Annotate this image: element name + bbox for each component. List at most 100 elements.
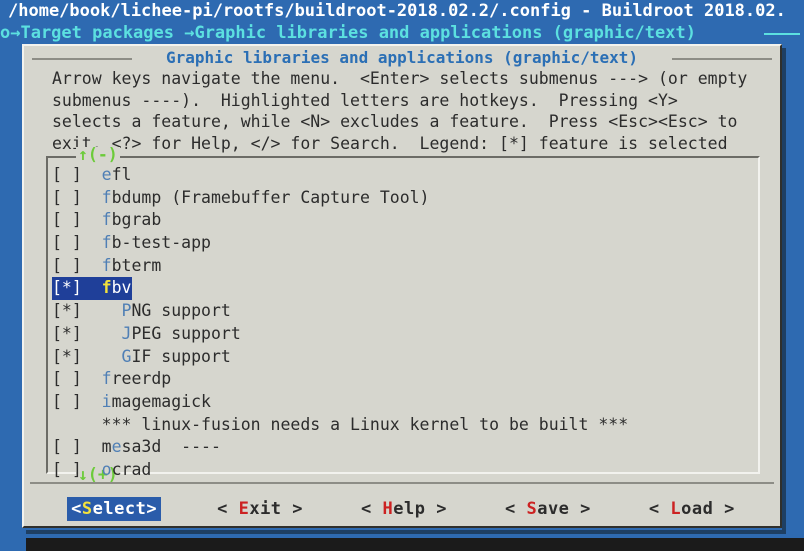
help-text: Arrow keys navigate the menu. <Enter> se… bbox=[52, 69, 748, 153]
titlebar: /home/book/lichee-pi/rootfs/buildroot-20… bbox=[0, 0, 804, 44]
button-select[interactable]: <Select> bbox=[67, 497, 162, 521]
menu-item-hotkey: f bbox=[101, 210, 112, 230]
menu-item-label: sa3d ---- bbox=[121, 437, 221, 457]
button-bracket-right: > bbox=[425, 499, 447, 519]
bottom-left-desktop bbox=[0, 534, 26, 551]
button-bracket-left: < bbox=[71, 499, 82, 519]
menu-item-checkbox: [*] bbox=[52, 346, 122, 366]
menu-item[interactable]: [*] PNG support bbox=[52, 300, 752, 323]
menu-item[interactable]: [ ] mesa3d ---- bbox=[52, 436, 752, 459]
button-label: xit bbox=[249, 499, 282, 519]
bottom-strip bbox=[0, 538, 804, 551]
menu-item-list[interactable]: [ ] efl[ ] fbdump (Framebuffer Capture T… bbox=[52, 164, 752, 482]
button-label: elect bbox=[92, 499, 147, 519]
button-hotkey: S bbox=[526, 499, 538, 519]
button-bracket-right: > bbox=[713, 499, 735, 519]
menu-row-wrapper: [*] GIF support bbox=[52, 346, 752, 369]
menu-item-hotkey: f bbox=[101, 187, 112, 207]
menu-item-hotkey: i bbox=[101, 391, 112, 411]
menu-item-label: bgrab bbox=[111, 210, 162, 230]
menu-item-checkbox: [ ] m bbox=[52, 437, 112, 457]
menuconfig-dialog: Graphic libraries and applications (grap… bbox=[22, 44, 782, 528]
menu-item[interactable]: [ ] fbgrab bbox=[52, 209, 752, 232]
menu-item-label: NG support bbox=[131, 301, 231, 321]
terminal-screen: /home/book/lichee-pi/rootfs/buildroot-20… bbox=[0, 0, 804, 551]
menu-item-hotkey: f bbox=[101, 278, 112, 298]
menu-item-label: bv bbox=[111, 278, 132, 298]
menu-item-hotkey: f bbox=[101, 233, 112, 253]
menu-item[interactable]: [ ] freerdp bbox=[52, 368, 752, 391]
menu-item-label: bdump (Framebuffer Capture Tool) bbox=[111, 187, 430, 207]
menu-row-wrapper: *** linux-fusion needs a Linux kernel to… bbox=[52, 414, 752, 437]
menu-item-checkbox: [ ] bbox=[52, 233, 102, 253]
menu-item-label: fl bbox=[111, 165, 132, 184]
menu-item-hotkey: P bbox=[121, 301, 132, 321]
menu-item-label: PEG support bbox=[131, 323, 241, 343]
menu-item[interactable]: [ ] efl bbox=[52, 164, 752, 187]
menu-item-label: *** linux-fusion needs a Linux kernel to… bbox=[101, 414, 629, 434]
button-label: oad bbox=[681, 499, 714, 519]
dialog-shadow-bottom bbox=[26, 530, 786, 534]
button-hotkey: H bbox=[382, 499, 394, 519]
button-bracket-right: > bbox=[569, 499, 591, 519]
button-bar-separator bbox=[30, 482, 774, 484]
menu-item-checkbox: [ ] bbox=[52, 255, 102, 275]
button-bracket-left: < bbox=[217, 499, 239, 519]
menu-item-checkbox bbox=[52, 415, 102, 434]
button-label: elp bbox=[393, 499, 426, 519]
menu-row-wrapper: [ ] efl bbox=[52, 164, 752, 187]
dialog-shadow-right bbox=[782, 48, 786, 534]
menu-row-wrapper: [*] PNG support bbox=[52, 300, 752, 323]
button-save[interactable]: < Save > bbox=[503, 497, 593, 521]
menu-item-hotkey: f bbox=[101, 369, 112, 389]
menu-row-wrapper: [*] fbv bbox=[52, 277, 752, 301]
menu-item-checkbox: [*] bbox=[52, 301, 122, 321]
menu-row-wrapper: [ ] imagemagick bbox=[52, 391, 752, 414]
button-hotkey: E bbox=[238, 499, 250, 519]
menu-item-checkbox: [ ] bbox=[52, 210, 102, 230]
menu-row-wrapper: [ ] fb-test-app bbox=[52, 232, 752, 255]
breadcrumb-rule bbox=[764, 33, 800, 35]
window-title: /home/book/lichee-pi/rootfs/buildroot-20… bbox=[8, 1, 786, 21]
menu-item-checkbox: [ ] bbox=[52, 187, 102, 207]
menu-row-wrapper: [*] JPEG support bbox=[52, 323, 752, 346]
menu-row-wrapper: [ ] mesa3d ---- bbox=[52, 436, 752, 459]
menu-item-label: bterm bbox=[111, 255, 162, 275]
menu-item-checkbox: [*] bbox=[52, 278, 102, 298]
menu-item[interactable]: [*] JPEG support bbox=[52, 323, 752, 346]
button-bar: <Select> < Exit > < Help > < Save > < Load > bbox=[24, 492, 780, 526]
menu-item-checkbox: [ ] bbox=[52, 459, 102, 479]
menu-item[interactable]: [ ] fbterm bbox=[52, 255, 752, 278]
menu-item[interactable]: [ ] ocrad bbox=[52, 459, 752, 482]
menu-item-hotkey: e bbox=[101, 165, 112, 184]
button-bracket-left: < bbox=[648, 499, 671, 519]
menu-item-checkbox: [*] bbox=[52, 323, 122, 343]
menu-row-wrapper: [ ] freerdp bbox=[52, 368, 752, 391]
button-help[interactable]: < Help > bbox=[359, 497, 449, 521]
button-hotkey: S bbox=[81, 499, 93, 519]
menu-item-checkbox: [ ] bbox=[52, 391, 102, 411]
menu-row-wrapper: [ ] fbterm bbox=[52, 255, 752, 278]
menu-item[interactable]: [ ] imagemagick bbox=[52, 391, 752, 414]
button-load[interactable]: < Load > bbox=[647, 497, 737, 521]
button-exit[interactable]: < Exit > bbox=[215, 497, 305, 521]
menu-item-checkbox: [ ] bbox=[52, 165, 102, 184]
button-label: ave bbox=[537, 499, 570, 519]
button-bracket-right: > bbox=[281, 499, 304, 519]
menu-item[interactable]: [*] GIF support bbox=[52, 346, 752, 369]
scroll-up-indicator[interactable]: ↑(-) bbox=[76, 146, 120, 163]
menu-item-hotkey: f bbox=[101, 255, 112, 275]
menu-item[interactable]: [ ] fb-test-app bbox=[52, 232, 752, 255]
menu-item-hotkey: J bbox=[121, 323, 132, 343]
button-hotkey: L bbox=[670, 499, 682, 519]
menu-item-selected[interactable]: [*] fbv bbox=[52, 277, 133, 301]
button-bracket-left: < bbox=[504, 499, 527, 519]
menu-item-hotkey: o bbox=[101, 459, 112, 479]
menu-note: *** linux-fusion needs a Linux kernel to… bbox=[52, 414, 752, 437]
menu-item-hotkey: e bbox=[111, 437, 122, 457]
menu-item-label: crad bbox=[111, 459, 152, 479]
menu-item-label: magemagick bbox=[111, 391, 211, 411]
menu-item[interactable]: [ ] fbdump (Framebuffer Capture Tool) bbox=[52, 187, 752, 210]
menu-row-wrapper: [ ] ocrad bbox=[52, 459, 752, 482]
menu-item-checkbox: [ ] bbox=[52, 369, 102, 389]
